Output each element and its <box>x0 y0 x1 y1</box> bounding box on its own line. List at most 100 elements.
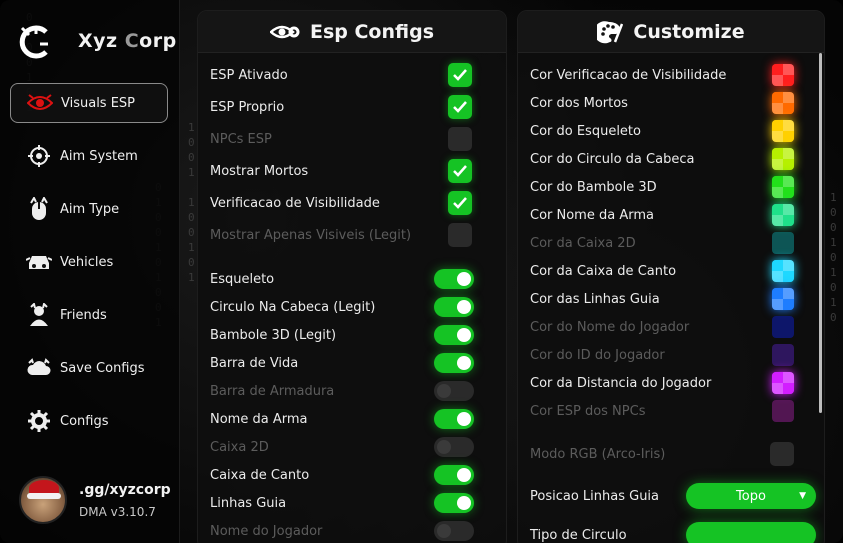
chevron-down-icon: ▼ <box>799 491 806 501</box>
matrix-background-right: 1 0 0 1 0 1 0 1 0 <box>830 191 837 324</box>
check-icon <box>453 101 467 113</box>
scrollbar[interactable] <box>819 53 822 413</box>
color-row: Cor do Bambole 3D <box>530 175 816 199</box>
color-swatch[interactable] <box>772 120 794 142</box>
barra-armadura-toggle[interactable] <box>434 381 474 401</box>
setting-label: Barra de Armadura <box>210 383 335 399</box>
sidebar-item-aim-type[interactable]: Aim Type <box>10 189 168 229</box>
caixa-canto-toggle[interactable] <box>434 465 474 485</box>
verificacao-visibilidade-row: Verificacao de Visibilidade <box>210 191 496 215</box>
sidebar-item-label: Aim System <box>60 148 138 164</box>
linhas-guia-row: Linhas Guia <box>210 491 496 515</box>
sidebar-item-save-configs[interactable]: Save Configs <box>10 348 168 388</box>
crosshair-icon <box>26 143 52 169</box>
sidebar-item-label: Visuals ESP <box>61 95 136 111</box>
setting-label: Modo RGB (Arco-Iris) <box>530 446 666 462</box>
color-swatch[interactable] <box>772 176 794 198</box>
color-swatch[interactable] <box>772 148 794 170</box>
sidebar-item-friends[interactable]: Friends <box>10 295 168 335</box>
setting-label: Esqueleto <box>210 271 275 287</box>
linhas-guia-toggle[interactable] <box>434 493 474 513</box>
color-swatch[interactable] <box>772 92 794 114</box>
mouse-icon <box>26 196 52 222</box>
sidebar-item-vehicles[interactable]: Vehicles <box>10 242 168 282</box>
setting-label: Cor do Bambole 3D <box>530 179 657 195</box>
sidebar-item-label: Aim Type <box>60 201 120 217</box>
color-swatch[interactable] <box>772 316 794 338</box>
color-swatch[interactable] <box>772 288 794 310</box>
color-swatch[interactable] <box>772 372 794 394</box>
sidebar-item-aim-system[interactable]: Aim System <box>10 136 168 176</box>
nome-arma-row: Nome da Arma <box>210 407 496 431</box>
rgb-mode-row: Modo RGB (Arco-Iris) <box>530 442 816 466</box>
guide-position-row: Posicao Linhas Guia Topo ▼ <box>530 483 816 509</box>
esqueleto-toggle[interactable] <box>434 269 474 289</box>
color-row: Cor da Caixa de Canto <box>530 259 816 283</box>
color-swatch[interactable] <box>772 232 794 254</box>
setting-label: Cor Verificacao de Visibilidade <box>530 67 727 83</box>
circle-type-select[interactable] <box>686 522 816 543</box>
setting-label: Cor ESP dos NPCs <box>530 403 646 419</box>
color-row: Cor Nome da Arma <box>530 203 816 227</box>
eye-icon <box>27 90 53 116</box>
check-icon <box>453 69 467 81</box>
sidebar-item-visuals-esp[interactable]: Visuals ESP <box>10 83 168 123</box>
color-swatch[interactable] <box>772 344 794 366</box>
nome-arma-toggle[interactable] <box>434 409 474 429</box>
npcs-esp-row: NPCs ESP <box>210 127 496 151</box>
setting-label: Caixa de Canto <box>210 467 310 483</box>
setting-label: Cor Nome da Arma <box>530 207 654 223</box>
esp-proprio-checkbox[interactable] <box>448 95 472 119</box>
app-window: 0 1 0 0 1 0 1 1 0 0 1 1 0 0 1 0 1 1 0 0 … <box>0 0 843 543</box>
nome-jogador-row: Nome do Jogador <box>210 519 496 543</box>
verificacao-visibilidade-checkbox[interactable] <box>448 191 472 215</box>
mostrar-mortos-checkbox[interactable] <box>448 159 472 183</box>
npcs-esp-checkbox[interactable] <box>448 127 472 151</box>
setting-label: ESP Ativado <box>210 67 288 83</box>
users-icon <box>26 302 52 328</box>
barra-vida-toggle[interactable] <box>434 353 474 373</box>
setting-label: Cor da Distancia do Jogador <box>530 375 712 391</box>
guide-position-select[interactable]: Topo ▼ <box>686 483 816 509</box>
caixa-2d-toggle[interactable] <box>434 437 474 457</box>
user-version: DMA v3.10.7 <box>79 505 156 519</box>
setting-label: Tipo de Circulo <box>530 527 627 543</box>
setting-label: Nome da Arma <box>210 411 308 427</box>
setting-label: Cor do ID do Jogador <box>530 347 665 363</box>
circulo-cabeca-toggle[interactable] <box>434 297 474 317</box>
mostrar-apenas-visiveis-checkbox[interactable] <box>448 223 472 247</box>
esqueleto-row: Esqueleto <box>210 267 496 291</box>
car-icon <box>26 249 52 275</box>
esp-ativado-checkbox[interactable] <box>448 63 472 87</box>
avatar[interactable] <box>19 476 67 524</box>
palette-icon <box>597 20 624 43</box>
sidebar-item-configs[interactable]: Configs <box>10 401 168 441</box>
color-swatch[interactable] <box>772 64 794 86</box>
setting-label: Mostrar Mortos <box>210 163 309 179</box>
setting-label: Cor do Nome do Jogador <box>530 319 690 335</box>
color-row: Cor do Circulo da Cabeca <box>530 147 816 171</box>
cloud-icon <box>26 355 52 381</box>
color-swatch[interactable] <box>772 204 794 226</box>
caixa-2d-row: Caixa 2D <box>210 435 496 459</box>
matrix-background-mid: 1 0 0 1 1 0 0 1 0 1 <box>188 121 195 284</box>
color-row: Cor Verificacao de Visibilidade <box>530 63 816 87</box>
color-row: Cor das Linhas Guia <box>530 287 816 311</box>
setting-label: ESP Proprio <box>210 99 285 115</box>
sidebar-item-label: Vehicles <box>60 254 114 270</box>
color-swatch[interactable] <box>772 400 794 422</box>
color-row: Cor da Caixa 2D <box>530 231 816 255</box>
color-row: Cor do Esqueleto <box>530 119 816 143</box>
bambole-3d-toggle[interactable] <box>434 325 474 345</box>
nome-jogador-toggle[interactable] <box>434 521 474 541</box>
color-swatch[interactable] <box>772 260 794 282</box>
color-row: Cor do ID do Jogador <box>530 343 816 367</box>
customize-panel: Customize Cor Verificacao de Visibilidad… <box>517 10 825 543</box>
rgb-mode-checkbox[interactable] <box>770 442 794 466</box>
setting-label: Cor do Esqueleto <box>530 123 641 139</box>
toggle-knob <box>457 496 471 510</box>
toggle-knob <box>457 272 471 286</box>
setting-label: Cor da Caixa de Canto <box>530 263 677 279</box>
eye-gear-icon <box>269 25 300 38</box>
panel-title: Esp Configs <box>309 20 435 43</box>
